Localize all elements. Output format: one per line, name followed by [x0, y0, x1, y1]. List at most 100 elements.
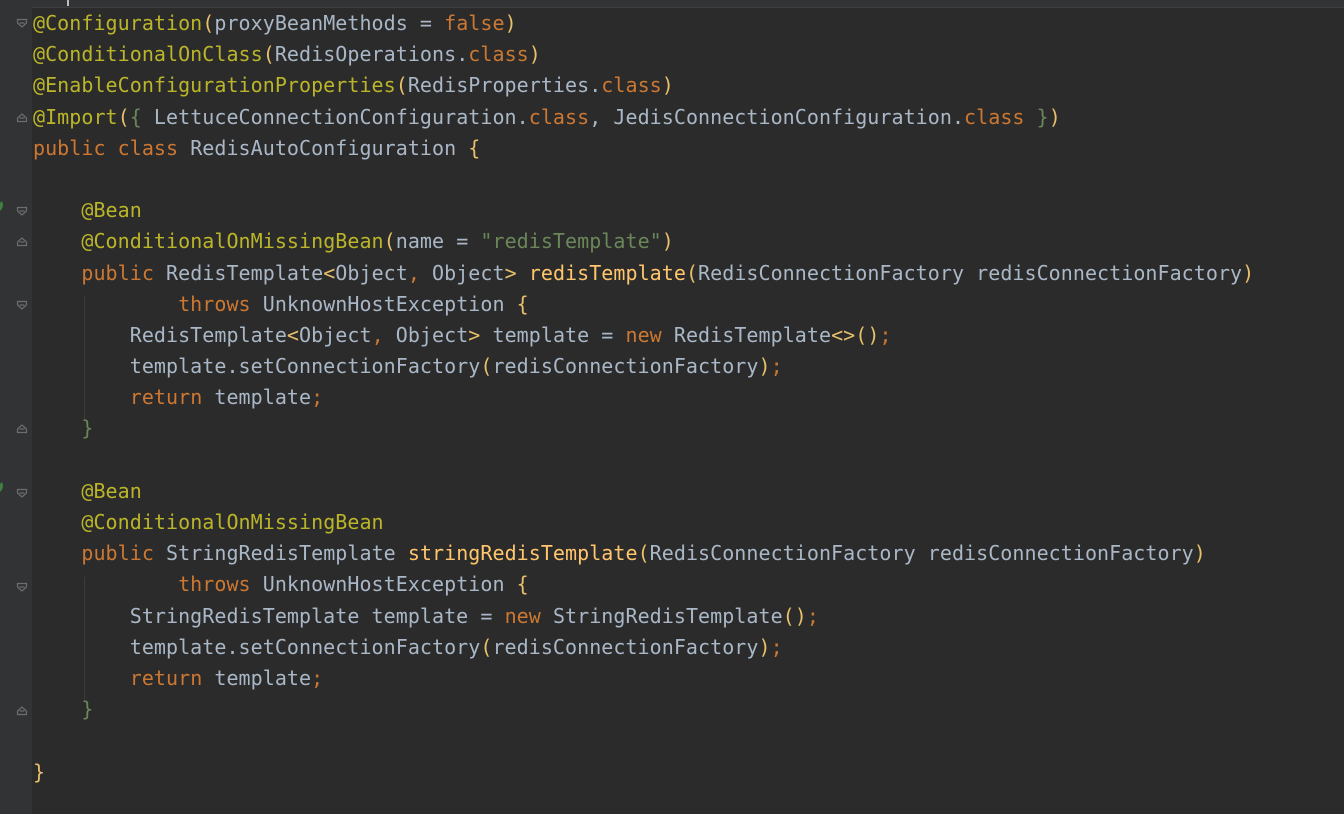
- code-token: (: [480, 354, 493, 379]
- code-line[interactable]: @ConditionalOnMissingBean: [33, 507, 1254, 538]
- code-token: <: [286, 322, 300, 347]
- text-caret: [67, 0, 69, 6]
- code-token: @EnableConfigurationProperties: [33, 73, 396, 98]
- code-token: RedisAutoConfiguration: [190, 135, 469, 160]
- code-token: ,: [371, 322, 396, 347]
- code-line[interactable]: }: [33, 757, 1254, 788]
- code-token: (: [262, 42, 275, 67]
- code-token: UnknownHostException: [262, 572, 517, 597]
- fold-open-icon[interactable]: [16, 205, 28, 217]
- code-line[interactable]: @EnableConfigurationProperties(RedisProp…: [33, 70, 1254, 101]
- code-line[interactable]: throws UnknownHostException {: [33, 289, 1254, 320]
- code-token: Object: [299, 322, 372, 347]
- fold-close-icon[interactable]: [16, 236, 28, 248]
- code-token: template: [214, 665, 312, 690]
- fold-open-icon[interactable]: [16, 17, 28, 29]
- code-line[interactable]: RedisTemplate<Object, Object> template =…: [33, 320, 1254, 351]
- code-line[interactable]: public class RedisAutoConfiguration {: [33, 133, 1254, 164]
- code-token: (: [383, 229, 396, 254]
- code-token: public: [81, 260, 167, 285]
- code-token: }: [81, 416, 94, 441]
- code-token: @ConditionalOnMissingBean: [81, 510, 384, 534]
- code-line[interactable]: return template;: [33, 663, 1254, 694]
- code-line[interactable]: template.setConnectionFactory(redisConne…: [33, 351, 1254, 382]
- code-token: ;: [806, 603, 819, 628]
- fold-close-icon[interactable]: [16, 112, 28, 124]
- code-token: RedisConnectionFactory redisConnectionFa…: [698, 260, 1243, 285]
- code-token: (: [637, 541, 650, 566]
- code-token: return: [129, 665, 215, 690]
- code-token: {: [516, 572, 529, 597]
- code-token: redisConnectionFactory: [492, 634, 759, 659]
- code-token: return: [129, 385, 215, 410]
- code-line[interactable]: public StringRedisTemplate stringRedisTe…: [33, 538, 1254, 569]
- code-line[interactable]: @Configuration(proxyBeanMethods = false): [33, 8, 1254, 39]
- code-token: {: [516, 291, 529, 316]
- code-line[interactable]: @Bean: [33, 476, 1254, 507]
- code-token: new: [625, 322, 674, 347]
- code-token: Object: [335, 260, 408, 285]
- bean-icon[interactable]: [0, 481, 5, 495]
- code-token: {: [468, 135, 481, 160]
- code-token: {: [129, 104, 154, 129]
- code-token: template.setConnectionFactory: [33, 634, 481, 659]
- code-line[interactable]: }: [33, 413, 1254, 444]
- code-token: StringRedisTemplate: [166, 541, 408, 566]
- code-token: @Configuration: [33, 11, 203, 35]
- code-token: ): [504, 11, 517, 35]
- code-token: @Bean: [81, 198, 142, 223]
- code-token: name =: [395, 229, 481, 254]
- code-line[interactable]: [33, 445, 1254, 476]
- code-token: ;: [770, 354, 783, 379]
- code-token: ): [661, 73, 674, 98]
- code-token: RedisProperties.: [407, 73, 602, 98]
- code-line[interactable]: @Import({ LettuceConnectionConfiguration…: [33, 102, 1254, 133]
- code-token: }: [1036, 104, 1049, 129]
- code-line[interactable]: StringRedisTemplate template = new Strin…: [33, 601, 1254, 632]
- code-token: ;: [311, 385, 324, 410]
- code-line[interactable]: @ConditionalOnClass(RedisOperations.clas…: [33, 39, 1254, 70]
- code-line[interactable]: @Bean: [33, 195, 1254, 226]
- code-token: @Import: [33, 104, 118, 129]
- fold-close-icon[interactable]: [16, 423, 28, 435]
- code-line[interactable]: @ConditionalOnMissingBean(name = "redisT…: [33, 226, 1254, 257]
- code-token: RedisTemplate: [673, 322, 832, 347]
- code-line[interactable]: }: [33, 694, 1254, 725]
- code-token: ;: [879, 322, 892, 347]
- code-token: StringRedisTemplate: [552, 603, 783, 628]
- code-token: ): [758, 354, 771, 379]
- fold-close-icon[interactable]: [16, 705, 28, 717]
- code-line[interactable]: template.setConnectionFactory(redisConne…: [33, 632, 1254, 663]
- bean-icon[interactable]: [0, 200, 5, 214]
- code-editor[interactable]: @Configuration(proxyBeanMethods = false)…: [0, 0, 1344, 814]
- source-code[interactable]: @Configuration(proxyBeanMethods = false)…: [33, 8, 1254, 788]
- code-line[interactable]: throws UnknownHostException {: [33, 569, 1254, 600]
- fold-open-icon[interactable]: [16, 487, 28, 499]
- code-token: (: [685, 260, 699, 285]
- code-token: template =: [492, 322, 626, 347]
- fold-open-icon[interactable]: [16, 581, 28, 593]
- code-token: class: [964, 104, 1037, 129]
- code-token: Object: [432, 260, 505, 285]
- fold-open-icon[interactable]: [16, 299, 28, 311]
- code-token: }: [81, 697, 94, 722]
- code-line[interactable]: public RedisTemplate<Object, Object> red…: [33, 258, 1254, 289]
- code-line[interactable]: [33, 725, 1254, 756]
- code-token: "redisTemplate": [480, 229, 662, 254]
- code-line[interactable]: return template;: [33, 382, 1254, 413]
- code-token: public: [81, 541, 167, 566]
- code-token: Object: [395, 322, 469, 347]
- code-line[interactable]: [33, 164, 1254, 195]
- code-token: >: [468, 322, 493, 347]
- code-token: }: [33, 759, 46, 784]
- code-token: ): [1048, 104, 1061, 129]
- code-token: public class: [33, 135, 191, 160]
- code-token: >: [504, 260, 529, 285]
